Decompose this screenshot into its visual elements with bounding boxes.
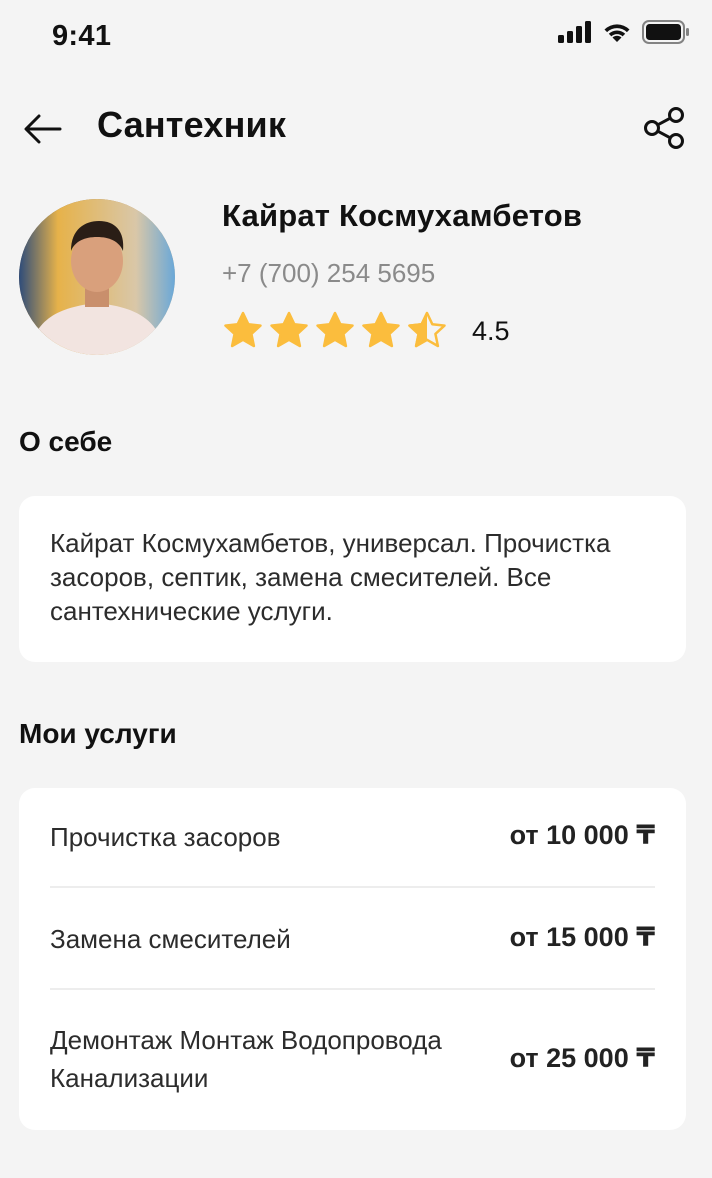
rating-stars [222, 310, 452, 352]
service-row[interactable]: Прочистка засоров от 10 000 ₸ [50, 788, 655, 886]
share-button[interactable] [642, 106, 686, 150]
service-name: Замена смесителей [50, 924, 291, 954]
star-icon [362, 311, 400, 348]
star-icon [224, 311, 262, 348]
rating-row: 4.5 [222, 310, 510, 352]
service-name: Демонтаж Монтаж Водопровода Канализации [50, 1025, 442, 1093]
about-card: Кайрат Космухамбетов, универсал. Прочист… [19, 496, 686, 662]
about-text: Кайрат Космухамбетов, универсал. Прочист… [50, 528, 611, 626]
service-row[interactable]: Демонтаж Монтаж Водопровода Канализации … [50, 990, 655, 1130]
cellular-signal-icon [558, 21, 591, 43]
profile-name: Кайрат Космухамбетов [222, 198, 583, 233]
status-icons [558, 20, 690, 44]
about-section-title: О себе [19, 426, 113, 457]
service-row[interactable]: Замена смесителей от 15 000 ₸ [50, 888, 655, 988]
star-icon [316, 311, 354, 348]
back-button[interactable] [22, 108, 64, 150]
battery-icon [642, 20, 689, 44]
star-icon [408, 311, 446, 348]
avatar [19, 199, 175, 355]
services-section-title: Мои услуги [19, 718, 177, 749]
avatar-photo [19, 199, 175, 355]
service-price: от 15 000 ₸ [509, 922, 655, 952]
arrow-left-icon [24, 114, 62, 144]
service-price: от 10 000 ₸ [509, 820, 655, 850]
profile-phone[interactable]: +7 (700) 254 5695 [222, 258, 435, 289]
status-bar: 9:41 [0, 0, 712, 76]
header: Сантехник [0, 96, 712, 160]
status-time: 9:41 [52, 20, 112, 52]
wifi-icon [604, 24, 630, 42]
service-price: от 25 000 ₸ [509, 1043, 655, 1073]
rating-value: 4.5 [472, 315, 510, 346]
share-icon [644, 107, 684, 149]
page-title: Сантехник [97, 104, 287, 145]
service-name: Прочистка засоров [50, 822, 281, 852]
services-card: Прочистка засоров от 10 000 ₸ Замена сме… [19, 788, 686, 1130]
star-icon [270, 311, 308, 348]
